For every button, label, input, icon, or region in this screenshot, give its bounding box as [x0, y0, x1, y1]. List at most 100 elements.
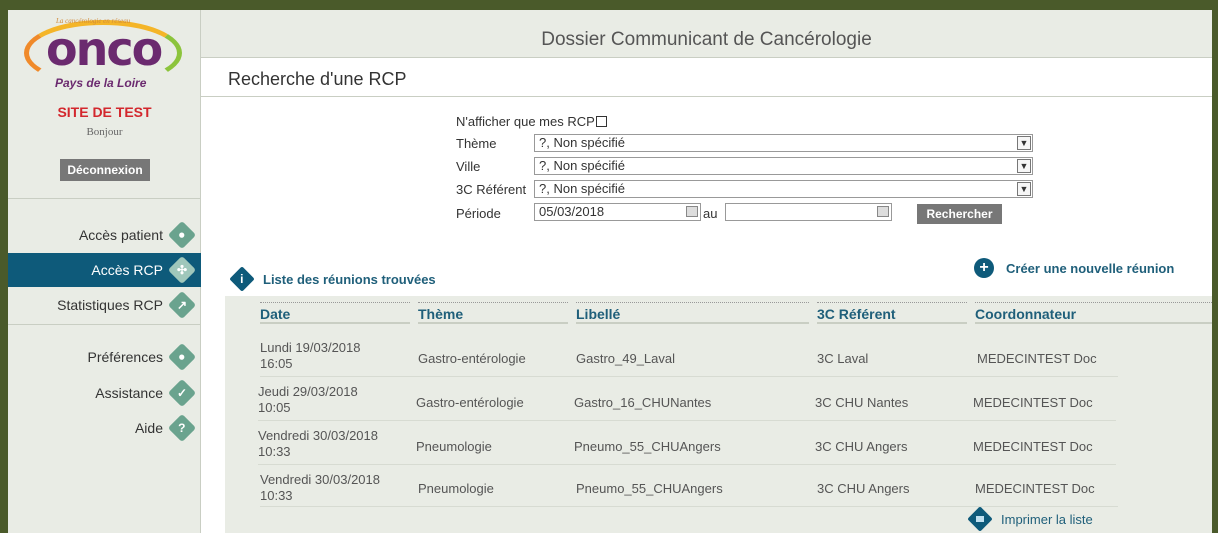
- app-frame: La cancérologie en réseau onco Pays de l…: [8, 10, 1212, 533]
- table-row-date[interactable]: Lundi 19/03/2018 16:05: [260, 340, 360, 372]
- period-from-input[interactable]: 05/03/2018: [534, 203, 701, 221]
- calendar-icon[interactable]: [686, 206, 698, 217]
- period-to-label: au: [703, 206, 718, 221]
- table-row-theme: Pneumologie: [416, 439, 492, 454]
- logout-button[interactable]: Déconnexion: [60, 159, 150, 181]
- only-mine-checkbox[interactable]: [595, 116, 607, 127]
- print-list-label: Imprimer la liste: [1001, 511, 1093, 527]
- create-meeting-link[interactable]: + Créer une nouvelle réunion: [974, 258, 1174, 278]
- plus-icon: +: [974, 258, 994, 278]
- column-header-theme[interactable]: Thème: [418, 302, 568, 324]
- row-divider: [258, 464, 1116, 465]
- table-row-referent: 3C CHU Angers: [815, 439, 908, 454]
- create-meeting-label: Créer une nouvelle réunion: [1006, 260, 1175, 276]
- date-day: Vendredi 30/03/2018: [258, 428, 378, 443]
- city-label: Ville: [456, 159, 481, 174]
- table-row-date[interactable]: Vendredi 30/03/2018 10:33: [260, 472, 380, 504]
- sidebar-item-assistance[interactable]: Assistance ✓: [8, 376, 201, 410]
- column-header-coordinator[interactable]: Coordonnateur: [975, 302, 1212, 324]
- table-row-theme: Gastro-entérologie: [418, 351, 526, 366]
- print-icon: [967, 506, 993, 532]
- column-header-referent[interactable]: 3C Référent: [817, 302, 967, 324]
- info-icon: i: [229, 266, 255, 292]
- table-row-label[interactable]: Gastro_49_Laval: [576, 351, 675, 366]
- column-header-date[interactable]: Date: [260, 302, 410, 324]
- sidebar-item-label: Accès patient: [78, 227, 163, 243]
- logo-wordmark: onco: [46, 22, 163, 76]
- main-content: Dossier Communicant de Cancérologie Rech…: [201, 10, 1212, 533]
- chevron-down-icon: ▼: [1017, 136, 1031, 150]
- list-title-text: Liste des réunions trouvées: [263, 271, 436, 287]
- row-divider: [258, 420, 1116, 421]
- onco-logo: La cancérologie en réseau onco Pays de l…: [18, 14, 188, 92]
- only-mine-label: N'afficher que mes RCP: [456, 114, 595, 129]
- sidebar-item-help[interactable]: Aide ?: [8, 411, 201, 445]
- table-row-theme: Gastro-entérologie: [416, 395, 524, 410]
- referent-label: 3C Référent: [456, 182, 527, 197]
- group-icon: ✣: [167, 255, 197, 285]
- referent-select[interactable]: ?, Non spécifié ▼: [534, 180, 1033, 198]
- referent-value: ?, Non spécifié: [539, 181, 625, 196]
- sidebar-item-patient[interactable]: Accès patient ●: [8, 218, 201, 252]
- sidebar-item-label: Accès RCP: [91, 262, 163, 278]
- page-title: Recherche d'une RCP: [201, 59, 1212, 97]
- results-table: Date Thème Libellé 3C Référent Coordonna…: [225, 296, 1212, 533]
- city-select[interactable]: ?, Non spécifié ▼: [534, 157, 1033, 175]
- chevron-down-icon: ▼: [1017, 182, 1031, 196]
- assistance-icon: ✓: [167, 378, 197, 408]
- table-row-coordinator: MEDECINTEST Doc: [975, 481, 1095, 496]
- table-row-referent: 3C Laval: [817, 351, 869, 366]
- table-row-label[interactable]: Pneumo_55_CHUAngers: [576, 481, 723, 496]
- logo-subtitle: Pays de la Loire: [55, 76, 147, 90]
- search-button[interactable]: Rechercher: [917, 204, 1002, 224]
- calendar-icon[interactable]: [877, 206, 889, 217]
- period-label: Période: [456, 206, 501, 221]
- period-from-value: 05/03/2018: [539, 204, 605, 219]
- table-row-referent: 3C CHU Angers: [817, 481, 910, 496]
- period-to-input[interactable]: [725, 203, 892, 221]
- sidebar-divider: [8, 324, 201, 325]
- sidebar-item-label: Statistiques RCP: [57, 297, 163, 313]
- row-divider: [260, 506, 1118, 507]
- date-day: Vendredi 30/03/2018: [260, 472, 380, 487]
- date-time: 10:05: [258, 400, 291, 415]
- site-label: SITE DE TEST: [57, 104, 152, 120]
- only-mine-row[interactable]: N'afficher que mes RCP: [456, 114, 607, 134]
- sidebar-item-label: Aide: [134, 420, 163, 436]
- sidebar: La cancérologie en réseau onco Pays de l…: [8, 10, 201, 533]
- user-icon: ●: [167, 220, 197, 250]
- chevron-down-icon: ▼: [1017, 159, 1031, 173]
- preferences-icon: ●: [167, 342, 197, 372]
- sidebar-item-preferences[interactable]: Préférences ●: [8, 340, 201, 374]
- table-row-coordinator: MEDECINTEST Doc: [973, 395, 1093, 410]
- date-time: 10:33: [260, 488, 293, 503]
- date-day: Lundi 19/03/2018: [260, 340, 361, 355]
- date-day: Jeudi 29/03/2018: [258, 384, 358, 399]
- table-row-date[interactable]: Vendredi 30/03/2018 10:33: [258, 428, 378, 460]
- theme-value: ?, Non spécifié: [539, 135, 625, 150]
- sidebar-item-rcp[interactable]: Accès RCP ✣: [8, 253, 201, 287]
- sidebar-item-label: Assistance: [95, 385, 163, 401]
- theme-select[interactable]: ?, Non spécifié ▼: [534, 134, 1033, 152]
- chart-icon: ↗: [167, 290, 197, 320]
- table-row-theme: Pneumologie: [418, 481, 494, 496]
- column-header-label[interactable]: Libellé: [576, 302, 809, 324]
- date-time: 10:33: [258, 444, 291, 459]
- sidebar-divider: [8, 198, 201, 199]
- date-time: 16:05: [260, 356, 293, 371]
- theme-label: Thème: [456, 136, 497, 151]
- greeting: Bonjour: [86, 126, 123, 138]
- print-list-link[interactable]: Imprimer la liste: [967, 506, 1093, 532]
- table-row-date[interactable]: Jeudi 29/03/2018 10:05: [258, 384, 358, 416]
- table-row-coordinator: MEDECINTEST Doc: [977, 351, 1097, 366]
- sidebar-item-stats[interactable]: Statistiques RCP ↗: [8, 288, 201, 322]
- app-title: Dossier Communicant de Cancérologie: [201, 10, 1212, 58]
- list-title: i Liste des réunions trouvées: [229, 266, 436, 292]
- row-divider: [260, 376, 1118, 377]
- sidebar-item-label: Préférences: [87, 349, 163, 365]
- table-row-label[interactable]: Pneumo_55_CHUAngers: [574, 439, 721, 454]
- city-value: ?, Non spécifié: [539, 158, 625, 173]
- help-icon: ?: [167, 413, 197, 443]
- table-row-coordinator: MEDECINTEST Doc: [973, 439, 1093, 454]
- table-row-label[interactable]: Gastro_16_CHUNantes: [574, 395, 711, 410]
